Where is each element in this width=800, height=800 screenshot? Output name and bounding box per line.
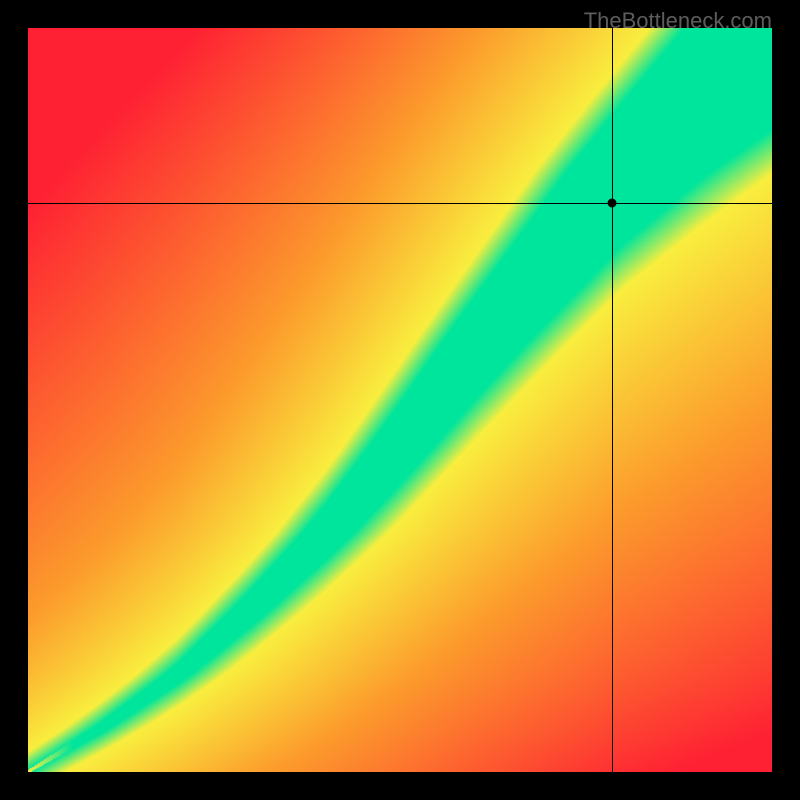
crosshair-vertical [612, 28, 613, 772]
chart-container: TheBottleneck.com [0, 0, 800, 800]
intersection-marker [608, 198, 617, 207]
crosshair-horizontal [28, 203, 772, 204]
heatmap-plot [28, 28, 772, 772]
watermark-text: TheBottleneck.com [584, 8, 772, 34]
heatmap-canvas [28, 28, 772, 772]
